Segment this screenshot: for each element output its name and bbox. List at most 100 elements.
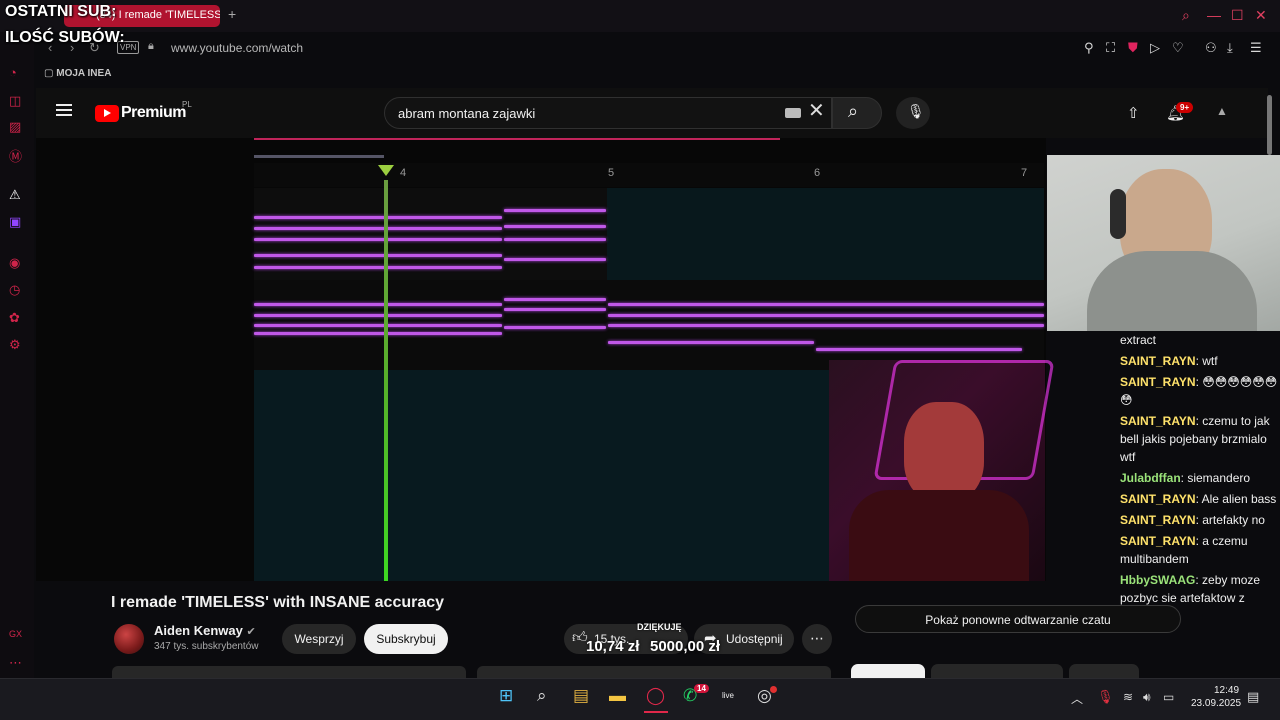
file-explorer-icon[interactable]: ▬ [609,686,626,706]
sidebar-more-icon[interactable]: ⋯ [9,655,22,671]
youtube-premium-logo[interactable]: Premium [121,104,186,122]
filter-chip[interactable] [1069,664,1139,678]
show-chat-replay-button[interactable]: Pokaż ponowne odtwarzanie czatu [855,605,1181,633]
new-tab-button[interactable]: + [228,6,236,22]
comments-box[interactable] [477,666,831,678]
winrar-icon[interactable]: ▤ [573,686,589,706]
search-icon[interactable]: ⌕ [537,686,547,706]
windows-start-icon[interactable]: ⊞ [499,686,513,706]
chat-message: extract [1120,333,1157,347]
midi-note [254,238,502,241]
recording-dot [770,686,777,693]
opera-gx-icon[interactable]: ◯ [646,686,665,706]
page-scrollbar[interactable] [1267,95,1272,155]
shirt-shape [849,490,1029,581]
tray-chevron-icon[interactable]: ︿ [1071,690,1083,707]
midi-note [504,209,606,212]
upload-icon[interactable]: ⇧ [1127,104,1140,122]
midi-note [254,303,502,306]
url-field[interactable]: www.youtube.com/watch [171,41,303,55]
search-icon[interactable]: ⌕ [1182,7,1190,24]
youtube-logo-icon[interactable] [95,105,119,122]
scroll-bar [254,155,384,158]
clock-date[interactable]: 23.09.2025 [1191,698,1241,709]
channel-avatar[interactable] [114,624,144,654]
tiktok-icon[interactable]: ⚠ [9,187,21,203]
support-button[interactable]: Wesprzyj [282,624,356,654]
microphone-icon: 🎙︎ [907,103,925,119]
hamburger-menu-icon[interactable] [56,104,72,116]
chat-message: SAINT_RAYN: 😳😳😳😳😳😳😳 [1120,375,1278,407]
gx-icon[interactable]: GX [9,629,22,639]
download-icon[interactable]: ⤓ [1227,40,1233,56]
clear-search-icon[interactable]: ✕ [808,101,825,121]
windows-taskbar [0,678,1280,720]
chat-message: SAINT_RAYN: artefakty no [1120,513,1265,527]
midi-note [504,308,606,311]
wifi-icon[interactable]: ≋ [1123,690,1133,704]
active-app-indicator [644,711,668,713]
battery-icon[interactable]: ▭ [1163,690,1174,704]
midi-note [608,303,1044,306]
description-box[interactable] [112,666,466,678]
sub-count-overlay: ILOŚĆ SUBÓW: [5,29,125,46]
progress-line [254,138,780,140]
settings-icon[interactable]: ⚙ [9,337,21,353]
microphone-icon[interactable]: 🎙︎ [1097,689,1114,705]
whatsapp-badge: 14 [694,684,709,693]
channel-name[interactable]: Aiden Kenway ✔ [154,623,256,638]
filter-chip-all[interactable] [851,664,925,678]
menu-icon[interactable]: ☰ [1250,40,1262,56]
live-app-icon[interactable]: live [722,691,734,700]
play-icon[interactable]: ▷ [1150,40,1160,56]
midi-note [816,348,1022,351]
messenger-icon[interactable]: Ⓜ [9,146,22,165]
player-icon[interactable]: ▨ [9,119,21,135]
region-label: PL [182,100,192,109]
account-avatar[interactable]: ▲ [1216,104,1228,118]
bar-number: 4 [400,167,407,179]
aria-icon[interactable]: ◔ [9,65,17,80]
screenshot-icon[interactable]: ⛶ [1106,40,1115,56]
minimize-icon[interactable]: — [1207,7,1221,23]
timeline-ruler [254,163,1044,187]
chat-message: SAINT_RAYN: wtf [1120,354,1218,368]
crypto-wallet-icon[interactable]: ◫ [9,93,21,109]
player-circle-icon[interactable]: ◉ [9,255,20,271]
voice-search-button[interactable]: 🎙︎ [896,97,930,129]
clock-time[interactable]: 12:49 [1214,685,1239,696]
midi-note [504,225,606,228]
profile-icon[interactable]: ⚇ [1205,40,1217,56]
lock-icon[interactable]: 🔒︎ [148,40,154,53]
webcam-streamer [1047,155,1280,331]
midi-note [254,254,502,257]
midi-note [254,227,502,230]
keyboard-icon[interactable] [785,108,801,118]
close-icon[interactable]: ✕ [1255,7,1267,24]
last-sub-overlay: OSTATNI SUB: [5,3,117,20]
maximize-icon[interactable]: ☐ [1231,7,1244,24]
volume-icon[interactable]: 🔊︎ [1143,690,1151,705]
pin-icon[interactable]: ⚲ [1084,40,1094,56]
headphone-icon [1110,189,1126,239]
midi-note [254,314,502,317]
subscribe-button[interactable]: Subskrybuj [364,624,448,654]
history-icon[interactable]: ◷ [9,282,20,298]
notification-center-icon[interactable]: ▤ [1247,689,1259,705]
playhead[interactable] [384,180,388,581]
filter-chip[interactable] [931,664,1063,678]
donation-goal: 5000,00 zł [650,638,721,655]
shield-icon[interactable]: ⛊ [1128,40,1138,56]
midi-note [608,324,1044,327]
live-chat-replay: extract SAINT_RAYN: wtf SAINT_RAYN: 😳😳😳😳… [1120,331,1280,631]
bar-number: 7 [1021,167,1028,179]
notification-badge: 9+ [1176,102,1194,113]
twitch-icon[interactable]: ▣ [9,214,21,230]
bookmark-moja-inea[interactable]: ▢ MOJA INEA [44,68,111,79]
heart-icon[interactable]: ♡ [1172,40,1184,56]
playhead-marker-icon[interactable] [378,165,394,176]
extensions-icon[interactable]: ✿ [9,310,20,326]
more-actions-button[interactable]: ⋯ [802,624,832,654]
search-button[interactable]: ⌕ [832,97,882,129]
search-input[interactable]: abram montana zajawki [384,97,832,129]
